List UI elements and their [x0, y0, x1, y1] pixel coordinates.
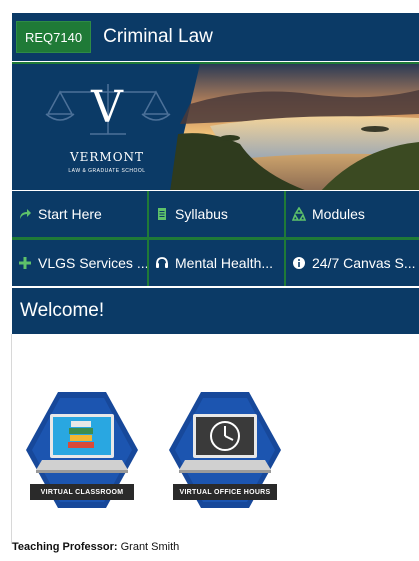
virtual-classroom-badge[interactable]: VIRTUAL CLASSROOM: [22, 390, 142, 510]
lake-landscape-image: [170, 64, 419, 190]
nav-mental-health[interactable]: Mental Health...: [149, 240, 286, 286]
nav-label: Start Here: [38, 206, 102, 222]
professor-label: Teaching Professor:: [12, 541, 118, 553]
nav-start-here[interactable]: Start Here: [12, 191, 149, 237]
nav-label: 24/7 Canvas S...: [312, 255, 416, 271]
teaching-professor: Teaching Professor: Grant Smith: [12, 541, 179, 553]
welcome-heading: Welcome!: [12, 288, 419, 334]
nav-canvas-support[interactable]: 24/7 Canvas S...: [286, 240, 419, 286]
virtual-office-hours-badge[interactable]: VIRTUAL OFFICE HOURS: [165, 390, 285, 510]
content-divider: [11, 334, 12, 544]
logo-name: VERMONT: [69, 150, 145, 164]
course-banner: V VERMONT LAW & GRADUATE SCHOOL: [12, 62, 419, 190]
nav-label: Modules: [312, 206, 365, 222]
plus-icon: [19, 257, 31, 269]
nav-modules[interactable]: Modules: [286, 191, 419, 237]
nav-label: Mental Health...: [175, 255, 274, 271]
headset-icon: [156, 257, 168, 268]
logo-subtitle: LAW & GRADUATE SCHOOL: [68, 168, 146, 174]
school-logo: V VERMONT LAW & GRADUATE SCHOOL: [32, 78, 182, 188]
course-header: REQ7140 Criminal Law: [12, 13, 419, 61]
course-title: Criminal Law: [103, 26, 213, 47]
info-icon: [293, 257, 305, 269]
nav-label: Syllabus: [175, 206, 228, 222]
logo-letter: V: [91, 82, 123, 133]
document-icon: [158, 208, 166, 220]
nav-vlgs-services[interactable]: VLGS Services ...: [12, 240, 149, 286]
badge-label: VIRTUAL CLASSROOM: [30, 484, 134, 500]
share-arrow-icon: [20, 209, 31, 219]
course-code-badge[interactable]: REQ7140: [16, 21, 92, 53]
nav-label: VLGS Services ...: [38, 255, 147, 271]
navigation-grid: Start Here Syllabus Modules VLGS Service…: [12, 191, 419, 286]
badge-label: VIRTUAL OFFICE HOURS: [173, 484, 277, 500]
recycle-icon: [292, 207, 306, 221]
professor-name: Grant Smith: [117, 541, 180, 553]
nav-syllabus[interactable]: Syllabus: [149, 191, 286, 237]
